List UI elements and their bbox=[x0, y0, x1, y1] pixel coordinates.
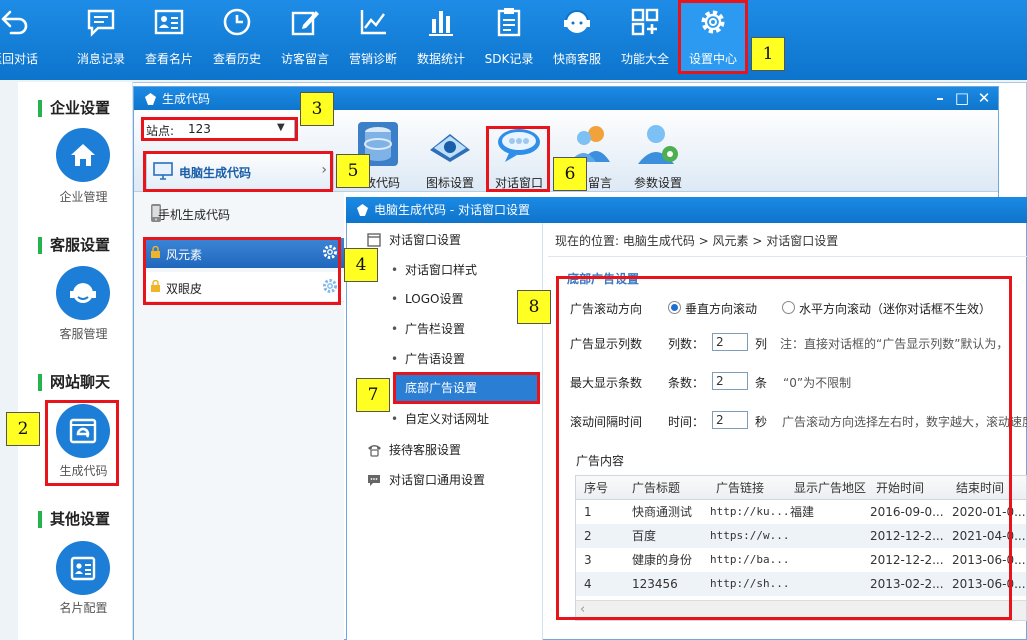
app-logo-icon bbox=[145, 93, 156, 105]
mobile-generate-code-label: 手机生成代码 bbox=[158, 208, 231, 222]
generate-code-titlebar: 生成代码 bbox=[134, 87, 998, 111]
left-nav: 企业设置 企业管理 客服设置 客服管理 网站聊天 生成代码 其他设置 名片配置 bbox=[18, 82, 133, 640]
nav-service-management[interactable] bbox=[56, 266, 110, 320]
menu-ad-slogan-settings-label: 广告语设置 bbox=[405, 352, 466, 366]
nav-label-enterprise: 企业管理 bbox=[59, 190, 108, 204]
annotation-box-ad-settings bbox=[556, 276, 1012, 620]
headset-icon bbox=[564, 10, 590, 33]
annotation-tag-6: 6 bbox=[553, 157, 587, 191]
annotation-tag-1: 1 bbox=[751, 37, 785, 71]
menu-ad-slogan-settings[interactable]: 广告语设置 bbox=[347, 345, 543, 373]
toolbar-view-card[interactable]: 查看名片 bbox=[135, 0, 203, 72]
dialog-title: 电脑生成代码 - 对话窗口设置 bbox=[374, 203, 530, 217]
app-logo-icon bbox=[357, 204, 368, 216]
close-button[interactable]: ✕ bbox=[974, 87, 994, 111]
menu-chat-window-settings-label: 对话窗口设置 bbox=[389, 233, 462, 247]
mobile-generate-code-item[interactable]: 手机生成代码 bbox=[134, 196, 344, 234]
clipboard-icon bbox=[497, 8, 521, 37]
home-icon bbox=[71, 144, 95, 166]
toolbar-view-history[interactable]: 查看历史 bbox=[203, 0, 271, 72]
toolbar-data-statistics[interactable]: 数据统计 bbox=[407, 0, 475, 72]
tool-parameter-settings[interactable]: 参数设置 bbox=[626, 118, 690, 192]
annotation-tag-8: 8 bbox=[517, 290, 551, 324]
menu-chat-window-style-label: 对话窗口样式 bbox=[405, 263, 478, 277]
nav-heading-other: 其他设置 bbox=[38, 511, 110, 528]
message-icon bbox=[87, 9, 115, 37]
menu-chat-window-general-settings[interactable]: 对话窗口通用设置 bbox=[347, 466, 543, 494]
tool-icon-settings-label: 图标设置 bbox=[425, 176, 474, 190]
back-arrow-icon bbox=[1, 10, 28, 35]
menu-general-settings-label: 对话窗口通用设置 bbox=[389, 473, 486, 487]
menu-logo-settings-label: LOGO设置 bbox=[405, 292, 464, 306]
clock-icon bbox=[223, 8, 251, 36]
edit-icon bbox=[291, 11, 319, 36]
annotation-tag-2: 2 bbox=[6, 412, 40, 446]
chart-line-icon bbox=[360, 10, 386, 35]
annotation-box-settings bbox=[678, 0, 748, 74]
maximize-button[interactable]: □ bbox=[952, 87, 972, 111]
annotation-tag-7: 7 bbox=[356, 378, 390, 412]
id-card-icon bbox=[70, 556, 96, 581]
toolbar-back-chat[interactable]: 返回对话 bbox=[0, 0, 48, 72]
generate-code-title: 生成代码 bbox=[162, 92, 211, 106]
toolbar-visitor-message[interactable]: 访客留言 bbox=[271, 0, 339, 72]
toolbar-kuaishang-service[interactable]: 快商客服 bbox=[543, 0, 611, 72]
bar-chart-icon bbox=[429, 11, 453, 36]
breadcrumb-divider bbox=[548, 256, 1027, 257]
card-icon bbox=[154, 9, 184, 35]
annotation-box-skins bbox=[143, 237, 341, 305]
toolbar-sdk-log[interactable]: SDK记录 bbox=[475, 0, 543, 72]
toolbar-message-log[interactable]: 消息记录 bbox=[67, 0, 135, 72]
annotation-box-chat-window bbox=[486, 126, 550, 192]
icon-settings-icon bbox=[430, 134, 470, 162]
chat-icon bbox=[368, 475, 380, 486]
menu-reception-service-settings[interactable]: 接待客服设置 bbox=[347, 436, 543, 464]
nav-enterprise-management[interactable] bbox=[56, 128, 110, 182]
nav-card-config[interactable] bbox=[56, 541, 110, 595]
menu-custom-chat-url-label: 自定义对话网址 bbox=[405, 412, 490, 426]
tool-parameter-settings-label: 参数设置 bbox=[633, 176, 682, 190]
user-gear-icon bbox=[638, 125, 678, 164]
nav-heading-enterprise: 企业设置 bbox=[38, 100, 110, 117]
annotation-box-generate-code bbox=[45, 400, 119, 486]
nav-label-card-config: 名片配置 bbox=[59, 601, 108, 615]
menu-reception-service-label: 接待客服设置 bbox=[389, 443, 462, 457]
grid-plus-icon bbox=[631, 8, 659, 36]
annotation-tag-3: 3 bbox=[300, 92, 334, 126]
annotation-box-bottom-ad bbox=[393, 372, 540, 404]
window-icon bbox=[367, 233, 381, 247]
nav-label-service: 客服管理 bbox=[59, 327, 108, 341]
tool-icon-settings[interactable]: 图标设置 bbox=[418, 118, 482, 192]
dialog-titlebar: 电脑生成代码 - 对话窗口设置 bbox=[346, 197, 1027, 223]
minimize-button[interactable]: – bbox=[930, 87, 950, 111]
breadcrumb: 现在的位置: 电脑生成代码 > 风元素 > 对话窗口设置 bbox=[555, 234, 839, 248]
annotation-tag-4: 4 bbox=[344, 248, 378, 282]
annotation-box-pc-code bbox=[143, 151, 333, 192]
toolbar-all-features[interactable]: 功能大全 bbox=[611, 0, 679, 72]
headset-icon bbox=[70, 281, 96, 303]
annotation-box-site bbox=[141, 117, 298, 141]
menu-ad-bar-settings-label: 广告栏设置 bbox=[405, 322, 466, 336]
annotation-tag-5: 5 bbox=[336, 154, 370, 188]
nav-heading-service: 客服设置 bbox=[38, 237, 110, 254]
menu-logo-settings[interactable]: LOGO设置 bbox=[347, 285, 543, 313]
top-toolbar: 返回对话 消息记录 查看名片 查看历史 访客留言 营销诊断 数据统计 SDK记录… bbox=[0, 0, 1027, 80]
toolbar-marketing-diagnosis[interactable]: 营销诊断 bbox=[339, 0, 407, 72]
nav-heading-webchat: 网站聊天 bbox=[38, 374, 110, 391]
phone-icon bbox=[368, 445, 381, 457]
menu-ad-bar-settings[interactable]: 广告栏设置 bbox=[347, 315, 543, 343]
